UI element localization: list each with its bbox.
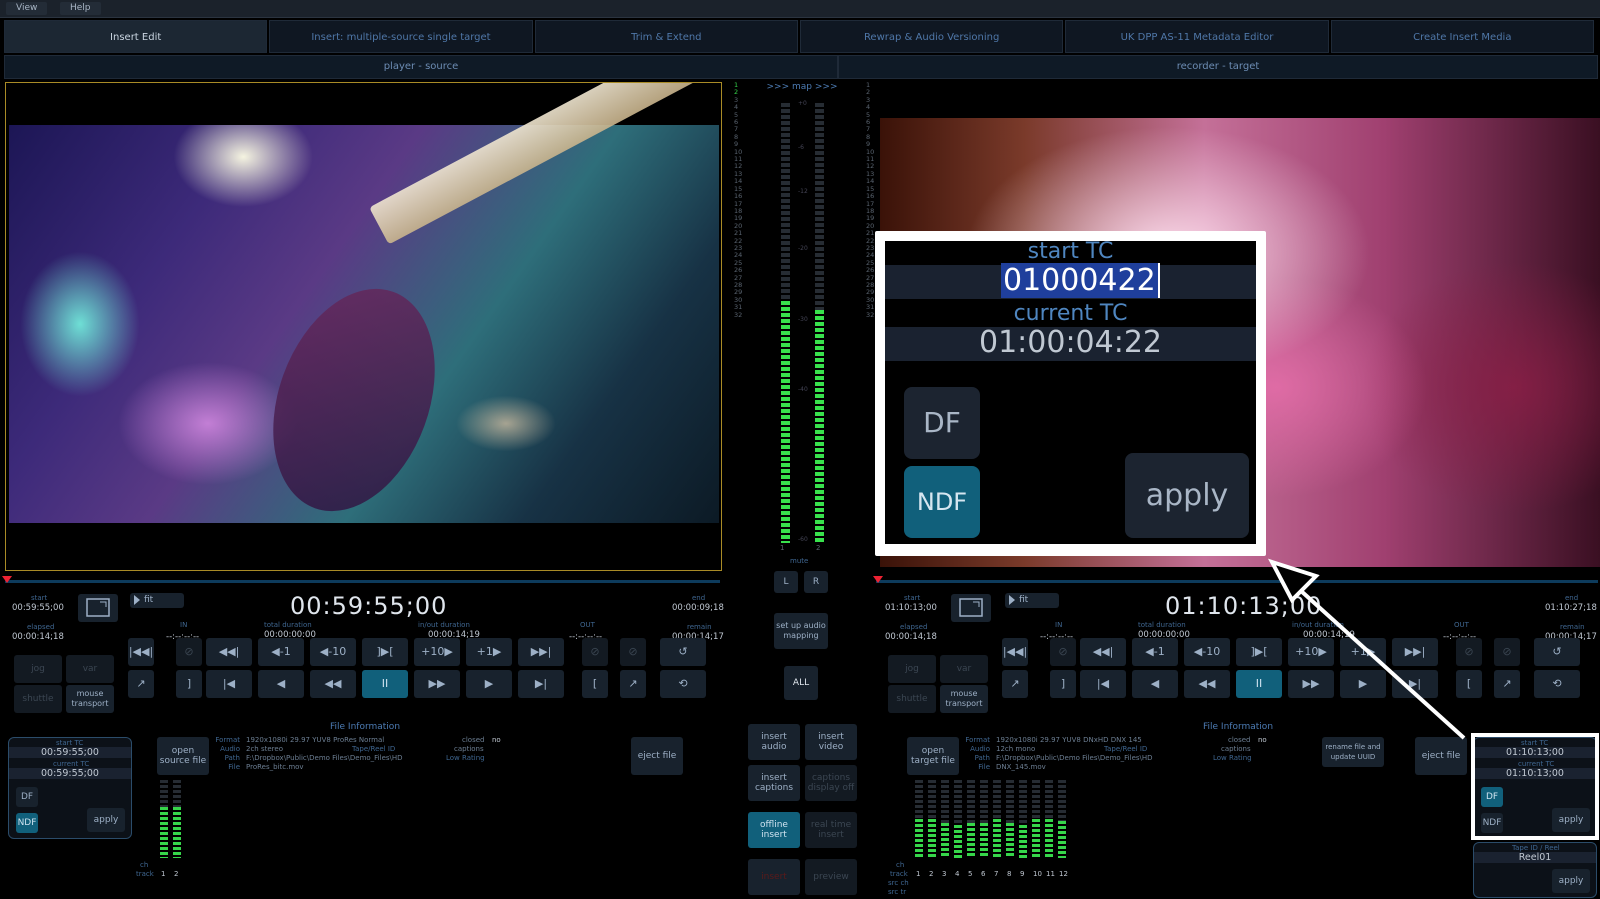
callout-arrow-line — [1298, 588, 1466, 740]
callout-arrow-head-icon — [1267, 558, 1320, 604]
callout-arrow — [1267, 558, 1466, 740]
